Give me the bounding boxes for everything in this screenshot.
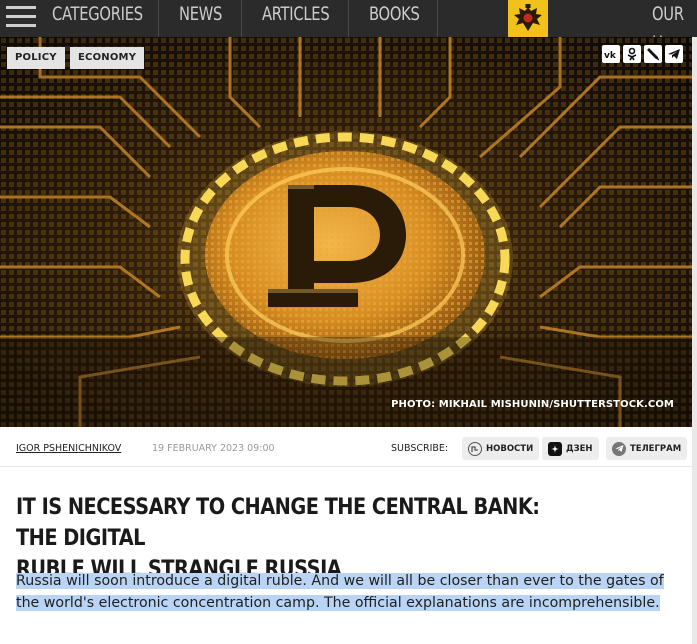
nav-divider <box>348 0 349 37</box>
livejournal-icon[interactable] <box>644 45 662 63</box>
top-navigation-bar: CATEGORIES NEWS ARTICLES BOOKS OUR H <box>0 0 697 54</box>
article-meta-row: IGOR PSHENICHNIKOV 19 FEBRUARY 2023 09:0… <box>0 427 692 467</box>
nav-item-our-heroes[interactable]: OUR H <box>652 0 691 54</box>
ruble-coin-illustration <box>0 37 692 427</box>
article-lead: Russia will soon introduce a digital rub… <box>16 570 676 614</box>
scrollbar[interactable] <box>692 37 697 644</box>
author-link[interactable]: IGOR PSHENICHNIKOV <box>16 443 121 454</box>
nav-divider <box>158 0 159 37</box>
menu-icon[interactable] <box>6 6 36 28</box>
telegram-icon[interactable] <box>665 45 683 63</box>
nav-divider <box>241 0 242 37</box>
tag-policy[interactable]: POLICY <box>7 47 65 69</box>
subscribe-news-label: НОВОСТИ <box>486 443 534 454</box>
subscribe-telegram-label: ТЕЛЕГРАМ <box>630 443 682 454</box>
tag-economy[interactable]: ECONOMY <box>70 47 145 69</box>
subscribe-label: SUBSCRIBE: <box>391 443 449 454</box>
telegram-icon <box>612 441 626 456</box>
nav-item-categories[interactable]: CATEGORIES <box>52 0 143 37</box>
site-logo-emblem[interactable] <box>508 0 548 37</box>
subscribe-dzen-button[interactable]: ДЗЕН <box>542 437 599 460</box>
subscribe-telegram-button[interactable]: ТЕЛЕГРАМ <box>606 437 688 460</box>
nav-item-news[interactable]: NEWS <box>179 0 222 37</box>
double-headed-eagle-icon <box>514 3 542 31</box>
nav-divider <box>437 0 438 37</box>
publish-date: 19 FEBRUARY 2023 09:00 <box>152 443 275 454</box>
nav-item-books[interactable]: BOOKS <box>369 0 420 37</box>
odnoklassniki-icon[interactable] <box>623 45 641 63</box>
selected-lead-text: Russia will soon introduce a digital rub… <box>16 573 664 611</box>
article-title-line-1: IT IS NECESSARY TO CHANGE THE CENTRAL BA… <box>16 495 540 551</box>
news-icon <box>468 441 482 456</box>
svg-text:vk: vk <box>604 51 617 61</box>
nav-item-articles[interactable]: ARTICLES <box>262 0 330 37</box>
hero-image: POLICY ECONOMY vk PHOTO: MIKHAIL MISHUNI… <box>0 37 692 427</box>
dzen-icon <box>548 441 562 456</box>
vk-icon[interactable]: vk <box>602 45 620 63</box>
photo-credit: PHOTO: MIKHAIL MISHUNIN/SHUTTERSTOCK.COM <box>391 399 674 410</box>
subscribe-dzen-label: ДЗЕН <box>566 443 593 454</box>
subscribe-news-button[interactable]: НОВОСТИ <box>462 437 540 460</box>
